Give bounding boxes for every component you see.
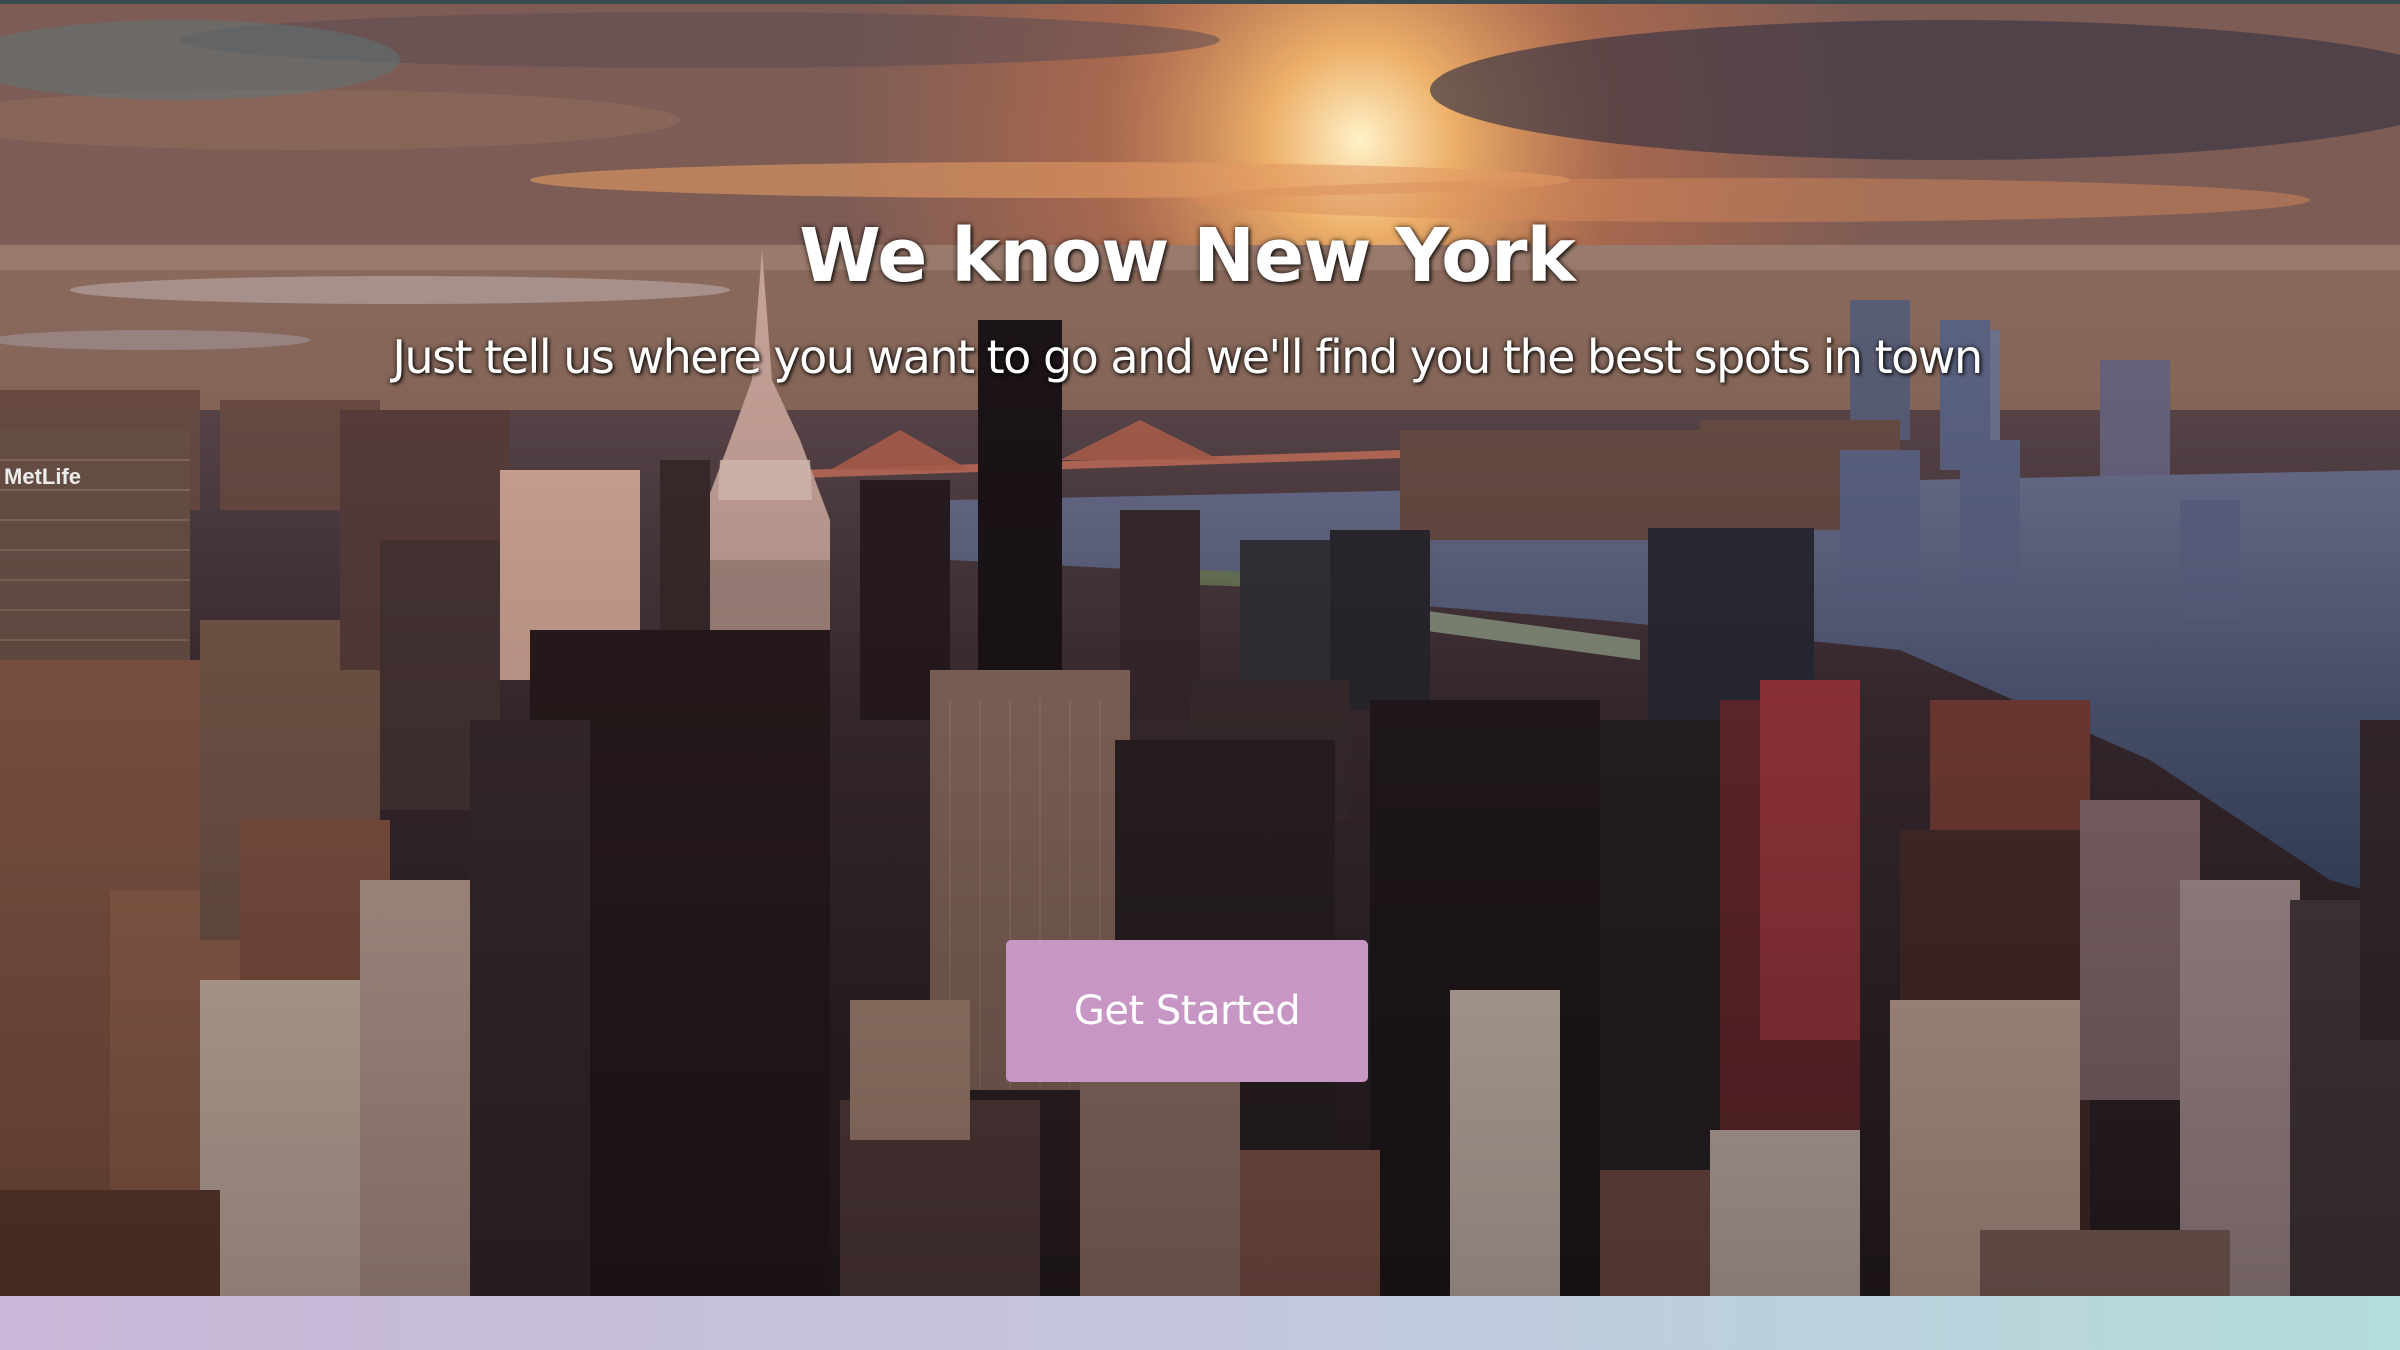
hero-subheadline: Just tell us where you want to go and we… xyxy=(392,330,1983,384)
hero-headline: We know New York xyxy=(799,213,1575,299)
get-started-button[interactable]: Get Started xyxy=(1006,940,1368,1082)
city-skyline-photo: MetLife xyxy=(0,0,2400,1296)
top-edge-strip xyxy=(0,0,2400,4)
footer-gradient-band xyxy=(0,1296,2400,1350)
hero-section: MetLife xyxy=(0,0,2400,1296)
